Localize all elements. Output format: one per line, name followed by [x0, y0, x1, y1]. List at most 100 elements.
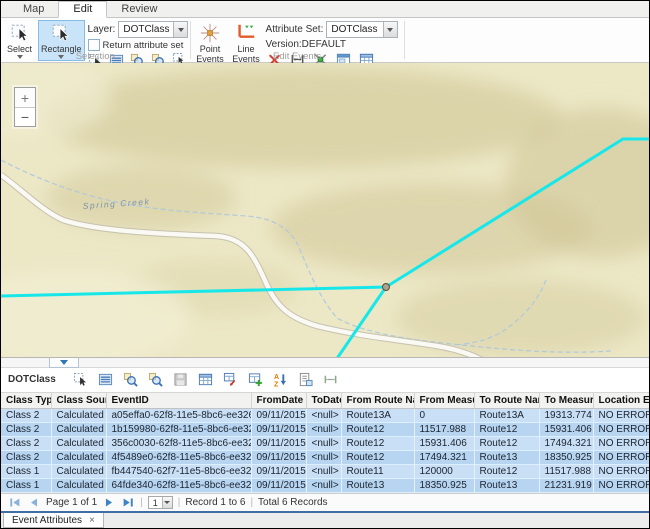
next-page-button[interactable] — [102, 496, 116, 510]
export-records-icon[interactable] — [222, 371, 239, 388]
column-header[interactable]: ToDate — [306, 393, 341, 409]
column-header[interactable]: To Measure — [539, 393, 593, 409]
table-row[interactable]: Class 2Calculated356c0030-62f8-11e5-8bc6… — [1, 437, 649, 451]
zoom-out-button[interactable]: − — [15, 107, 35, 126]
zoom-to-selected-icon[interactable] — [122, 371, 139, 388]
page-select[interactable]: 1 — [148, 496, 173, 509]
chevron-down-icon[interactable] — [173, 22, 187, 37]
tab-review[interactable]: Review — [107, 2, 171, 17]
table-cell: NO ERROR — [593, 423, 649, 437]
table-title: DOTClass — [8, 374, 56, 385]
table-row[interactable]: Class 2Calculated1b159980-62f8-11e5-8bc6… — [1, 423, 649, 437]
record-indicator: Record 1 to 6 — [185, 497, 245, 508]
save-icon[interactable] — [172, 371, 189, 388]
switch-selection-icon[interactable] — [197, 371, 214, 388]
table-cell: Calculated — [51, 423, 106, 437]
table-cell: Route13 — [341, 479, 414, 493]
table-cell: <null> — [306, 423, 341, 437]
return-attribute-set-label: Return attribute set — [103, 40, 184, 51]
table-row[interactable]: Class 1Calculated64fde340-62f8-11e5-8bc6… — [1, 479, 649, 493]
table-row[interactable]: Class 2Calculateda05effa0-62f8-11e5-8bc6… — [1, 409, 649, 423]
table-cell: 19313.774 — [539, 409, 593, 423]
chevron-down-icon — [60, 360, 68, 365]
column-header[interactable]: Class Type — [1, 393, 51, 409]
column-header[interactable]: EventID — [106, 393, 251, 409]
table-cell: Route13 — [474, 451, 539, 465]
panel-splitter[interactable] — [1, 357, 649, 368]
table-cell: Route11 — [341, 465, 414, 479]
table-cell: Class 2 — [1, 423, 51, 437]
table-cell: 17494.321 — [539, 437, 593, 451]
attribute-table: Class TypeClass SourceEventIDFromDateToD… — [1, 393, 650, 494]
column-header[interactable]: FromDate — [251, 393, 306, 409]
return-attribute-set-checkbox[interactable] — [88, 39, 100, 51]
zoom-in-button[interactable]: + — [15, 88, 35, 107]
app-window: Map Edit Review Select Rectangle Layer: … — [0, 0, 650, 529]
layer-combobox[interactable]: DOTClass — [118, 21, 188, 38]
attribute-set-combobox[interactable]: DOTClass — [326, 21, 397, 38]
line-events-icon — [235, 22, 257, 44]
route-junction-point[interactable] — [383, 284, 390, 291]
bottom-tab-bar: Event Attributes × — [1, 511, 649, 528]
table-toolbar: DOTClass — [1, 368, 649, 393]
table-cell: Calculated — [51, 479, 106, 493]
table-cell: Route13A — [341, 409, 414, 423]
table-cell: Calculated — [51, 465, 106, 479]
table-cell: Class 2 — [1, 409, 51, 423]
table-cell: <null> — [306, 437, 341, 451]
version-label: Version:DEFAULT — [266, 39, 398, 50]
point-events-icon — [199, 22, 221, 44]
table-cell: 4f5489e0-62f8-11e5-8bc6-ee32641d5ec9 — [106, 451, 251, 465]
table-cell: 15931.406 — [539, 423, 593, 437]
table-cell: <null> — [306, 409, 341, 423]
layer-value: DOTClass — [119, 24, 173, 35]
table-cell: <null> — [306, 465, 341, 479]
total-indicator: Total 6 Records — [258, 497, 327, 508]
sort-icon[interactable] — [272, 371, 289, 388]
column-header[interactable]: Class Source — [51, 393, 106, 409]
table-cell: 09/11/2015 — [251, 437, 306, 451]
table-row[interactable]: Class 1Calculatedfb447540-62f7-11e5-8bc6… — [1, 465, 649, 479]
map-canvas[interactable]: Spring Creek + − — [1, 63, 649, 357]
page-select-value: 1 — [149, 498, 162, 508]
chevron-down-icon[interactable] — [383, 22, 397, 37]
collapse-panel-button[interactable] — [49, 358, 79, 368]
attributes-form-icon[interactable] — [297, 371, 314, 388]
select-records-icon[interactable] — [72, 371, 89, 388]
separator: | — [140, 497, 143, 508]
first-page-button[interactable] — [8, 496, 22, 510]
table-cell: 11517.988 — [539, 465, 593, 479]
pan-to-selected-icon[interactable] — [147, 371, 164, 388]
table-cell: Route13A — [474, 409, 539, 423]
table-row[interactable]: Class 2Calculated4f5489e0-62f8-11e5-8bc6… — [1, 451, 649, 465]
chevron-down-icon[interactable] — [162, 497, 172, 508]
attribute-set-label: Attribute Set: — [266, 24, 324, 35]
table-cell: 09/11/2015 — [251, 423, 306, 437]
ribbon-tab-bar: Map Edit Review — [1, 1, 649, 18]
measure-range-icon[interactable] — [322, 371, 339, 388]
table-cell: 09/11/2015 — [251, 465, 306, 479]
tab-event-attributes[interactable]: Event Attributes × — [3, 513, 104, 528]
table-cell: Route12 — [474, 465, 539, 479]
page-indicator: Page 1 of 1 — [46, 497, 97, 508]
table-cell: 09/11/2015 — [251, 479, 306, 493]
select-pointer-icon — [9, 22, 31, 44]
column-header[interactable]: From Route Name — [341, 393, 414, 409]
table-cell: Route12 — [341, 437, 414, 451]
attribute-set-value: DOTClass — [327, 24, 382, 35]
add-record-icon[interactable] — [247, 371, 264, 388]
close-icon[interactable]: × — [89, 515, 95, 526]
table-cell: <null> — [306, 479, 341, 493]
table-cell: 18350.925 — [539, 451, 593, 465]
records-list-icon[interactable] — [97, 371, 114, 388]
prev-page-button[interactable] — [27, 496, 41, 510]
tab-map[interactable]: Map — [9, 2, 58, 17]
column-header[interactable]: To Route Name — [474, 393, 539, 409]
tab-edit[interactable]: Edit — [58, 1, 107, 18]
table-cell: Route12 — [474, 437, 539, 451]
column-header[interactable]: From Measure — [414, 393, 474, 409]
column-header[interactable]: Location Error — [593, 393, 649, 409]
last-page-button[interactable] — [121, 496, 135, 510]
table-cell: 15931.406 — [414, 437, 474, 451]
table-cell: 09/11/2015 — [251, 409, 306, 423]
